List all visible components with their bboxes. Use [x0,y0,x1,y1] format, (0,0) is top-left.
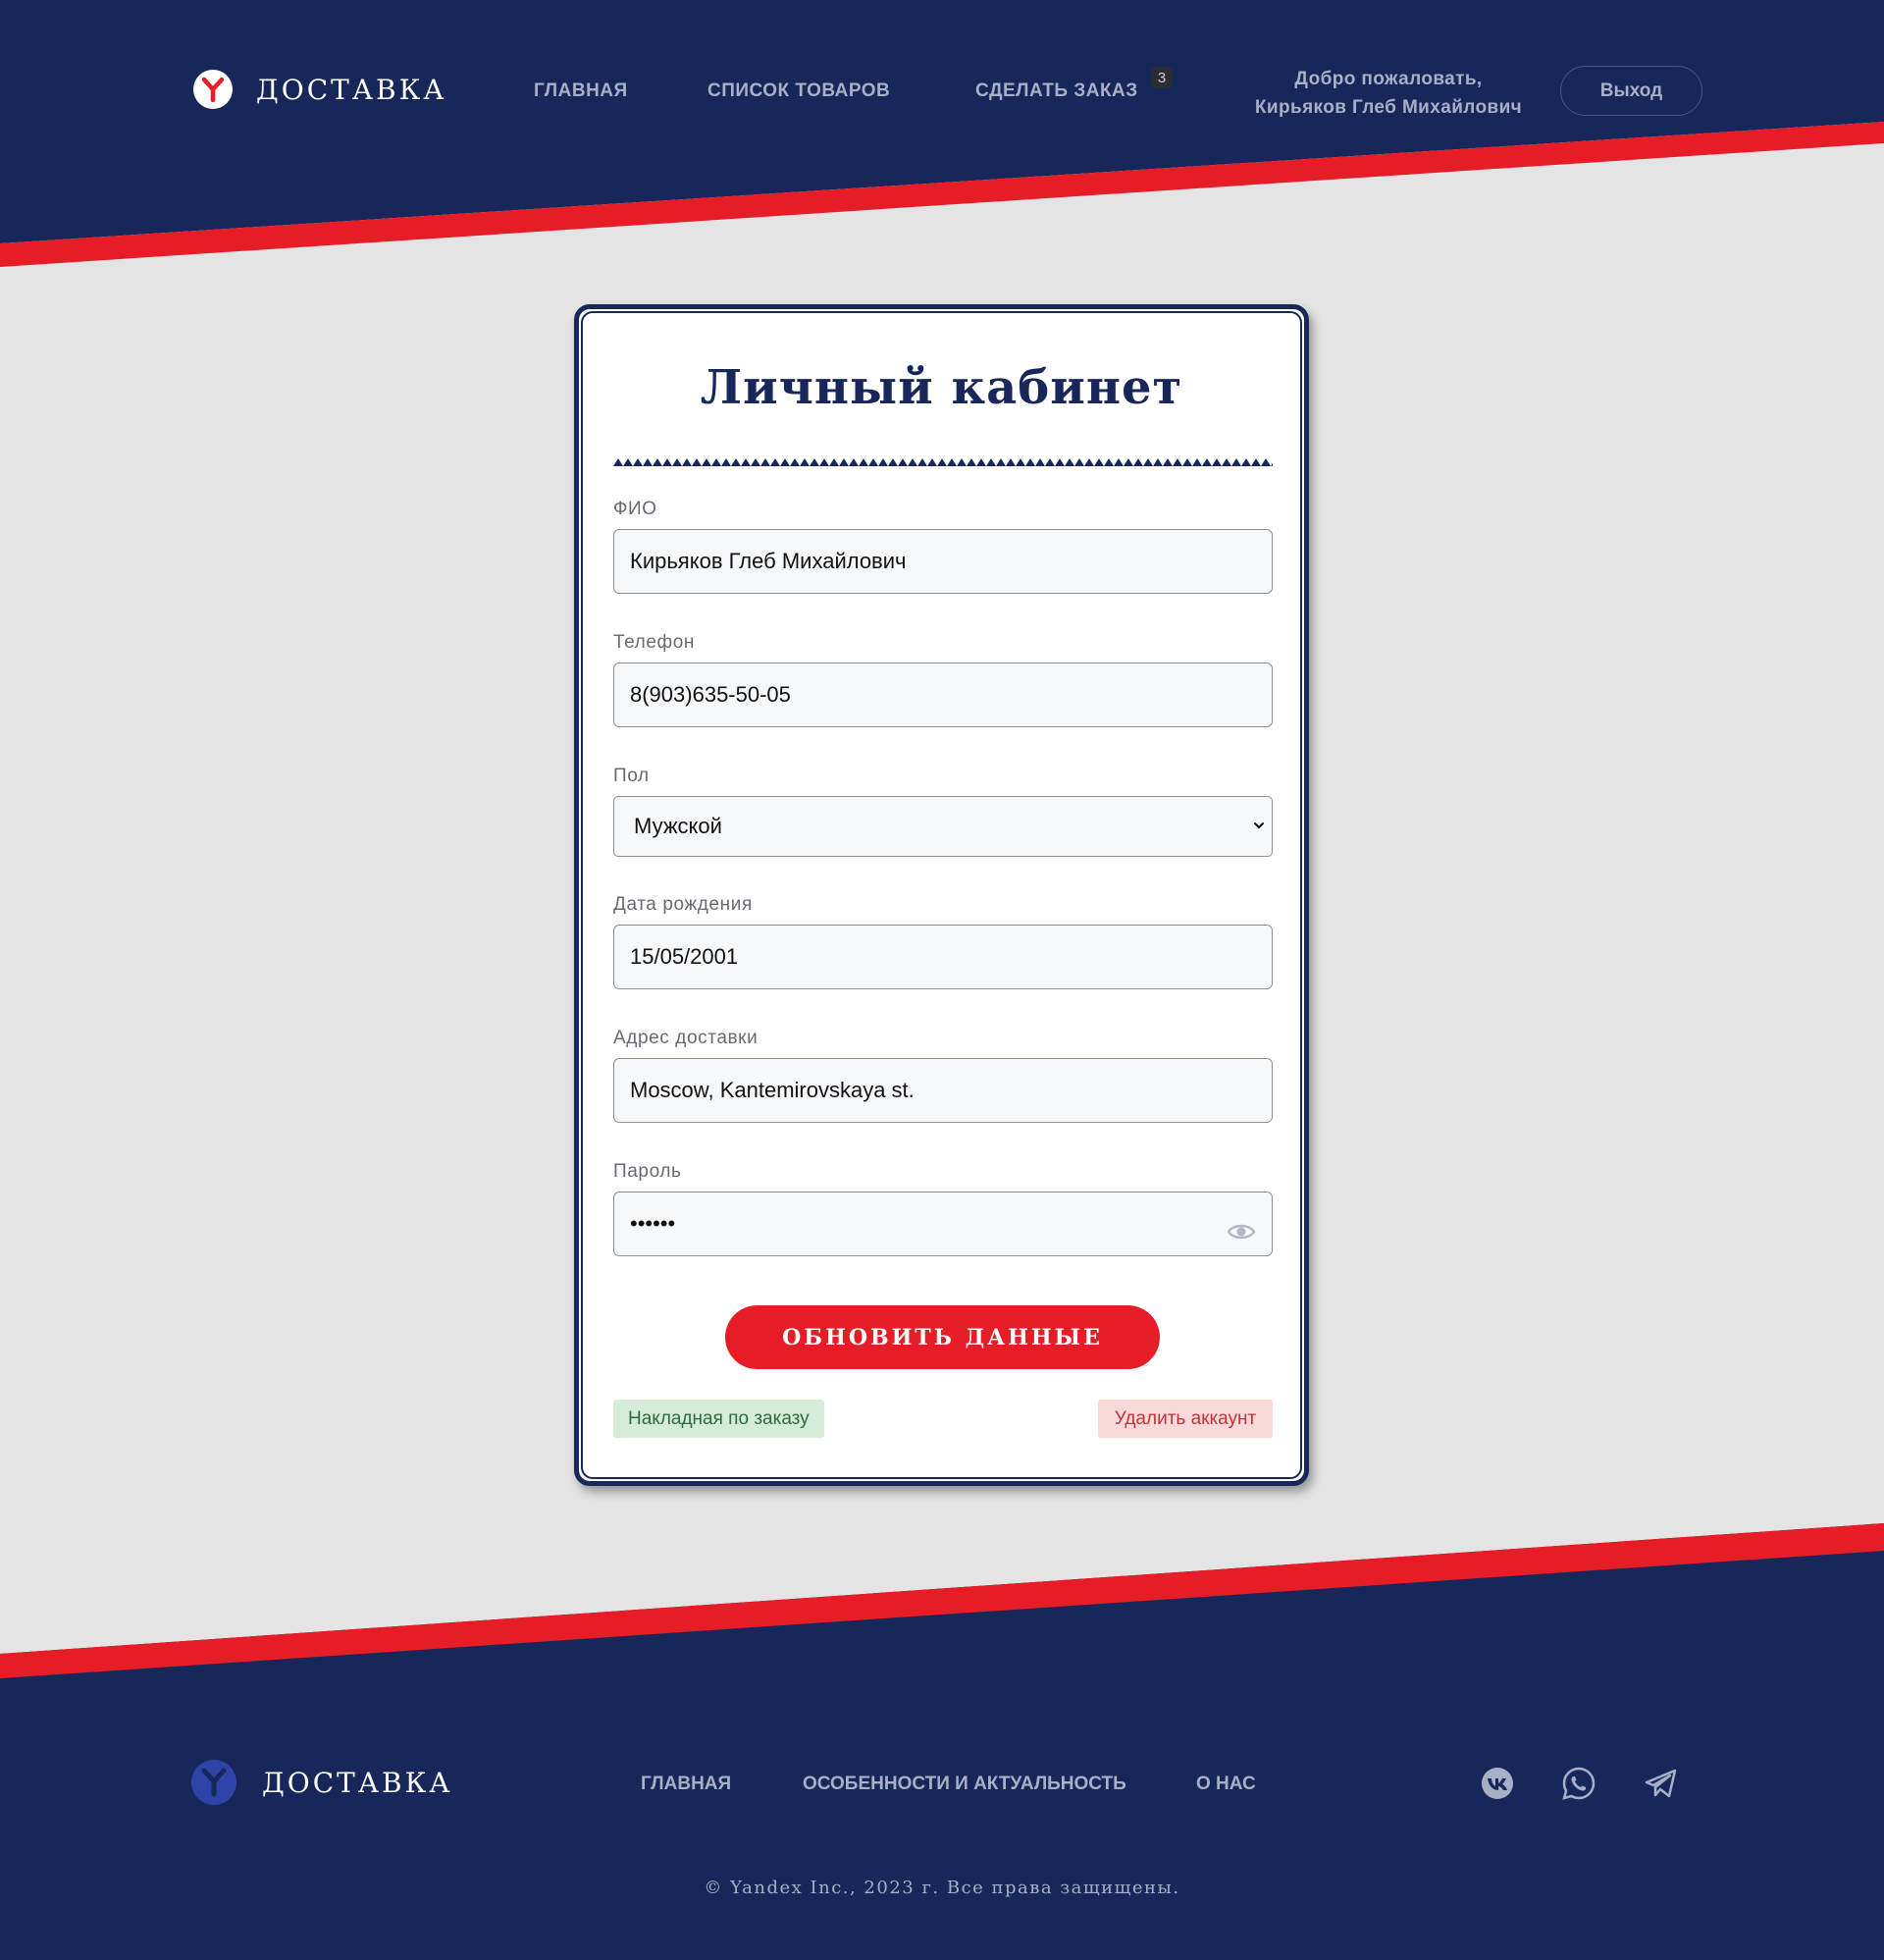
nav-products[interactable]: СПИСОК ТОВАРОВ [707,80,890,102]
yandex-logo-icon [193,70,233,109]
telegram-icon[interactable] [1644,1766,1679,1801]
brand-name: ДОСТАВКА [262,1766,453,1799]
password-input[interactable] [613,1192,1273,1256]
chevron-down-icon [1254,822,1264,829]
show-password-eye-icon[interactable] [1227,1217,1256,1246]
delivery-address-label: Адрес доставки [613,1028,759,1048]
footer-nav-features[interactable]: ОСОБЕННОСТИ И АКТУАЛЬНОСТЬ [803,1774,1126,1795]
header-logo[interactable]: ДОСТАВКА [193,70,446,109]
welcome-username: Кирьяков Глеб Михайлович [1254,97,1523,118]
copyright-text: © Yandex Inc., 2023 г. Все права защищен… [704,1878,1180,1898]
footer-nav-about[interactable]: О НАС [1196,1774,1256,1795]
birth-date-label: Дата рождения [613,894,753,915]
page-title: Личный кабинет [700,360,1183,415]
welcome-greeting: Добро пожаловать, [1294,69,1483,89]
nav-make-order[interactable]: СДЕЛАТЬ ЗАКАЗ [975,80,1138,102]
delete-account-button[interactable]: Удалить аккаунт [1098,1400,1273,1438]
full-name-label: ФИО [613,499,657,519]
logout-button[interactable]: Выход [1560,66,1702,116]
birth-date-input[interactable] [613,925,1273,989]
full-name-input[interactable] [613,529,1273,594]
phone-label: Телефон [613,632,696,653]
gender-select[interactable]: Мужской [613,796,1273,857]
zigzag-divider [613,454,1273,466]
vk-icon[interactable] [1480,1766,1515,1801]
footer-logo[interactable]: ДОСТАВКА [191,1760,452,1805]
site-header: ДОСТАВКА ГЛАВНАЯ СПИСОК ТОВАРОВ СДЕЛАТЬ … [0,0,1884,182]
welcome-message: Добро пожаловать, Кирьяков Глеб Михайлов… [1222,65,1555,122]
gender-label: Пол [613,766,650,786]
phone-input[interactable] [613,662,1273,727]
nav-home[interactable]: ГЛАВНАЯ [534,80,628,102]
brand-name: ДОСТАВКА [256,73,447,106]
profile-card: Личный кабинет ФИО Телефон Пол Мужской Д… [574,304,1309,1486]
password-label: Пароль [613,1161,682,1182]
update-data-button[interactable]: ОБНОВИТЬ ДАННЫЕ [725,1305,1160,1369]
cart-count-badge: 3 [1151,67,1173,88]
whatsapp-icon[interactable] [1561,1766,1596,1801]
footer-nav-home[interactable]: ГЛАВНАЯ [641,1774,731,1795]
yandex-logo-icon [191,1760,236,1805]
order-invoice-button[interactable]: Накладная по заказу [613,1400,824,1438]
gender-selected-value: Мужской [634,814,722,838]
delivery-address-input[interactable] [613,1058,1273,1123]
